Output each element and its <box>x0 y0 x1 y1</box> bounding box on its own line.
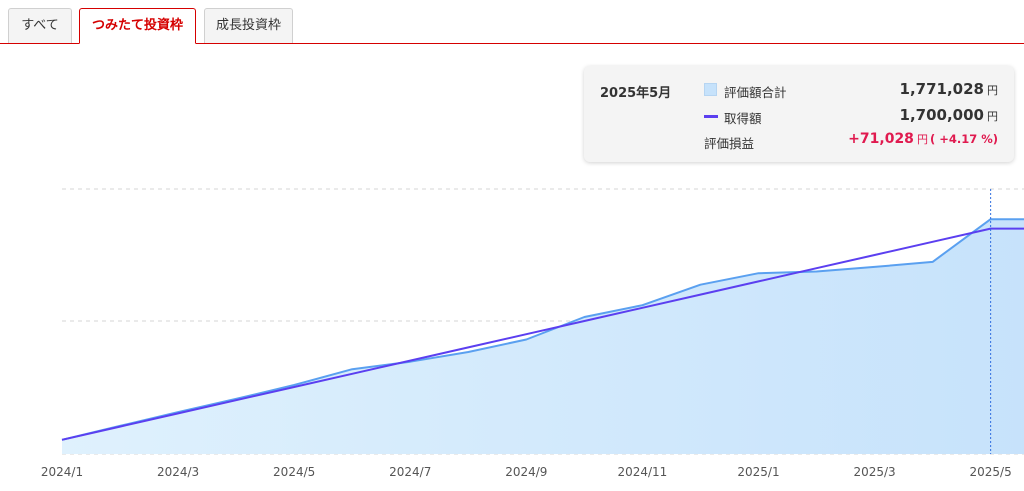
cost-label: 取得額 <box>724 111 762 126</box>
profit-loss-unit: 円 <box>916 133 928 146</box>
tooltip-row-market-value: 評価額合計 1,771,028 円 <box>704 80 998 100</box>
profit-loss-label: 評価損益 <box>704 136 755 151</box>
tab-all[interactable]: すべて <box>8 8 72 43</box>
x-tick-label: 2025/1 <box>737 465 779 479</box>
market-value-label: 評価額合計 <box>724 85 787 100</box>
profit-loss-amount: +71,028 円( +4.17 %) <box>848 131 998 147</box>
x-tick-label: 2024/7 <box>389 465 431 479</box>
x-tick-label: 2024/1 <box>41 465 83 479</box>
x-tick-label: 2024/9 <box>505 465 547 479</box>
market-value-unit: 円 <box>987 84 998 97</box>
market-value-legend-swatch <box>704 83 717 96</box>
x-tick-label: 2024/5 <box>273 465 315 479</box>
portfolio-tabs: すべて つみたて投資枠 成長投資枠 <box>0 0 1024 44</box>
cost-unit: 円 <box>987 110 998 123</box>
tab-growth[interactable]: 成長投資枠 <box>204 8 293 43</box>
chart-tooltip: 2025年5月 評価額合計 1,771,028 円 取得額 1,700,000 円 … <box>584 66 1014 162</box>
tooltip-date: 2025年5月 <box>600 86 672 101</box>
x-tick-label: 2024/3 <box>157 465 199 479</box>
tooltip-row-profit-loss: 評価損益 +71,028 円( +4.17 %) <box>704 131 998 151</box>
market-value-number: 1,771,028 <box>899 80 984 98</box>
x-tick-label: 2025/3 <box>853 465 895 479</box>
tab-tsumitate[interactable]: つみたて投資枠 <box>79 8 196 44</box>
x-tick-label: 2025/5 <box>970 465 1012 479</box>
tooltip-row-cost: 取得額 1,700,000 円 <box>704 106 998 126</box>
cost-legend-line <box>704 115 718 118</box>
profit-loss-number: +71,028 <box>848 131 914 147</box>
profit-loss-percent: ( +4.17 %) <box>929 132 998 146</box>
x-tick-label: 2024/11 <box>617 465 667 479</box>
market-value-amount: 1,771,028 円 <box>900 80 998 98</box>
cost-number: 1,700,000 <box>899 106 984 124</box>
cost-amount: 1,700,000 円 <box>900 106 998 124</box>
